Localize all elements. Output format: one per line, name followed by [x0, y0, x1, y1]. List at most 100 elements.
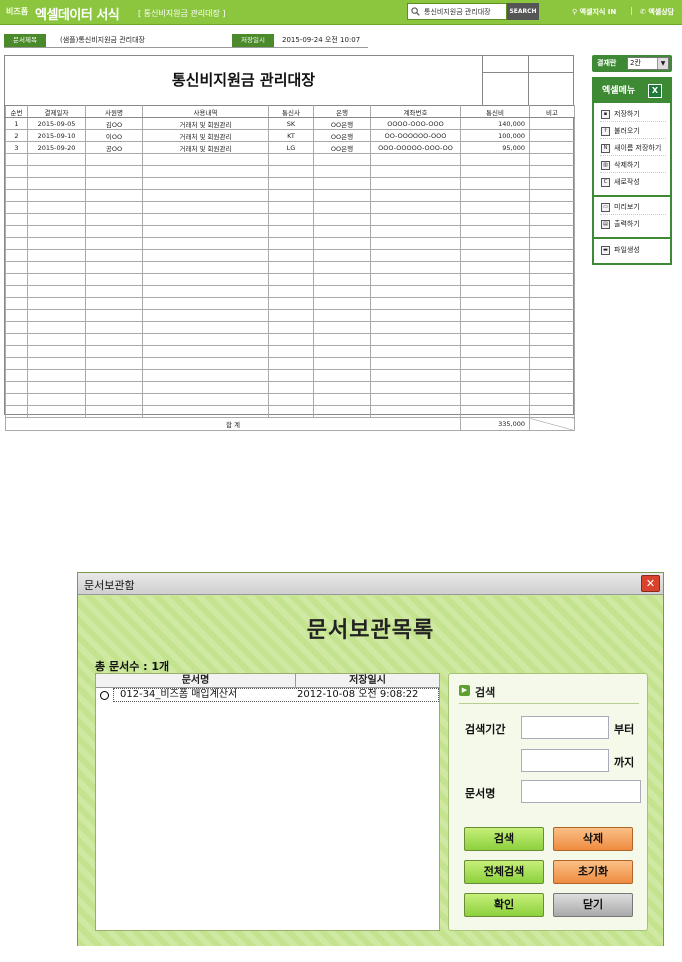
table-row[interactable]: [5, 237, 575, 250]
table-cell[interactable]: [27, 153, 86, 166]
table-cell[interactable]: [142, 189, 269, 202]
table-cell[interactable]: [85, 213, 143, 226]
table-cell[interactable]: [370, 201, 461, 214]
table-row[interactable]: [5, 381, 575, 394]
table-cell[interactable]: [142, 381, 269, 394]
table-row[interactable]: [5, 405, 575, 418]
table-cell[interactable]: [460, 225, 530, 238]
table-cell[interactable]: [142, 369, 269, 382]
table-cell[interactable]: [27, 333, 86, 346]
table-cell[interactable]: [460, 177, 530, 190]
table-cell[interactable]: KT: [268, 129, 314, 142]
table-cell[interactable]: [27, 249, 86, 262]
table-cell[interactable]: [529, 321, 575, 334]
table-cell[interactable]: [529, 141, 575, 154]
table-cell[interactable]: 2015-09-10: [27, 129, 86, 142]
table-cell[interactable]: [5, 225, 28, 238]
table-row[interactable]: [5, 357, 575, 370]
table-cell[interactable]: [268, 153, 314, 166]
table-cell[interactable]: OOOO-OOO-OOO: [370, 117, 461, 130]
table-cell[interactable]: [529, 393, 575, 406]
table-cell[interactable]: 140,000: [460, 117, 530, 130]
table-cell[interactable]: [5, 177, 28, 190]
table-cell[interactable]: OO은행: [313, 129, 371, 142]
table-cell[interactable]: [142, 357, 269, 370]
table-cell[interactable]: [85, 309, 143, 322]
table-cell[interactable]: [5, 261, 28, 274]
table-cell[interactable]: 95,000: [460, 141, 530, 154]
table-cell[interactable]: [268, 273, 314, 286]
table-row[interactable]: [5, 165, 575, 178]
table-cell[interactable]: [27, 237, 86, 250]
table-cell[interactable]: 거래처 및 회원관리: [142, 129, 269, 142]
table-cell[interactable]: OO-OOOOOO-OOO: [370, 129, 461, 142]
table-cell[interactable]: [85, 345, 143, 358]
table-cell[interactable]: [268, 261, 314, 274]
table-cell[interactable]: 이OO: [85, 129, 143, 142]
list-item[interactable]: 012-34_비즈폼 매입계산서 2012-10-08 오전 9:08:22: [96, 688, 439, 702]
table-cell[interactable]: [370, 189, 461, 202]
table-cell[interactable]: [370, 153, 461, 166]
table-cell[interactable]: [529, 297, 575, 310]
table-cell[interactable]: [529, 285, 575, 298]
table-cell[interactable]: 김OO: [85, 117, 143, 130]
close-icon[interactable]: ✕: [641, 575, 660, 592]
table-cell[interactable]: [313, 177, 371, 190]
table-cell[interactable]: [529, 345, 575, 358]
table-cell[interactable]: [27, 381, 86, 394]
table-cell[interactable]: [85, 357, 143, 370]
table-row[interactable]: [5, 333, 575, 346]
table-cell[interactable]: [313, 357, 371, 370]
table-cell[interactable]: [85, 333, 143, 346]
table-cell[interactable]: [85, 225, 143, 238]
table-cell[interactable]: [370, 405, 461, 418]
docname-input[interactable]: [521, 780, 641, 803]
approval-select[interactable]: 2칸 ▼: [627, 57, 669, 70]
table-cell[interactable]: [370, 165, 461, 178]
table-cell[interactable]: [268, 369, 314, 382]
table-row[interactable]: [5, 297, 575, 310]
table-cell[interactable]: [5, 213, 28, 226]
table-row[interactable]: [5, 369, 575, 382]
close-button[interactable]: 닫기: [553, 893, 633, 917]
table-cell[interactable]: [142, 225, 269, 238]
table-cell[interactable]: [85, 321, 143, 334]
table-cell[interactable]: [460, 369, 530, 382]
brand-title[interactable]: 엑셀데이터 서식: [35, 4, 120, 23]
table-cell[interactable]: [142, 237, 269, 250]
table-cell[interactable]: [27, 321, 86, 334]
table-cell[interactable]: [27, 297, 86, 310]
table-cell[interactable]: [5, 381, 28, 394]
table-cell[interactable]: [313, 201, 371, 214]
table-row[interactable]: [5, 345, 575, 358]
table-cell[interactable]: [370, 273, 461, 286]
table-cell[interactable]: [268, 333, 314, 346]
table-cell[interactable]: [27, 201, 86, 214]
table-cell[interactable]: [370, 309, 461, 322]
table-cell[interactable]: [529, 261, 575, 274]
table-cell[interactable]: [268, 177, 314, 190]
table-cell[interactable]: [313, 237, 371, 250]
table-cell[interactable]: [529, 177, 575, 190]
table-cell[interactable]: [313, 393, 371, 406]
table-cell[interactable]: [142, 153, 269, 166]
table-cell[interactable]: [268, 393, 314, 406]
table-cell[interactable]: [529, 405, 575, 418]
table-cell[interactable]: [142, 309, 269, 322]
table-cell[interactable]: [27, 285, 86, 298]
table-cell[interactable]: [27, 309, 86, 322]
table-cell[interactable]: [313, 321, 371, 334]
table-cell[interactable]: [460, 261, 530, 274]
table-cell[interactable]: [529, 225, 575, 238]
table-row[interactable]: [5, 225, 575, 238]
table-cell[interactable]: [5, 345, 28, 358]
table-cell[interactable]: [529, 213, 575, 226]
table-cell[interactable]: [460, 393, 530, 406]
table-cell[interactable]: [460, 357, 530, 370]
table-cell[interactable]: [460, 237, 530, 250]
table-cell[interactable]: [5, 369, 28, 382]
table-cell[interactable]: [268, 345, 314, 358]
table-cell[interactable]: [313, 249, 371, 262]
table-cell[interactable]: [268, 309, 314, 322]
table-cell[interactable]: [460, 297, 530, 310]
